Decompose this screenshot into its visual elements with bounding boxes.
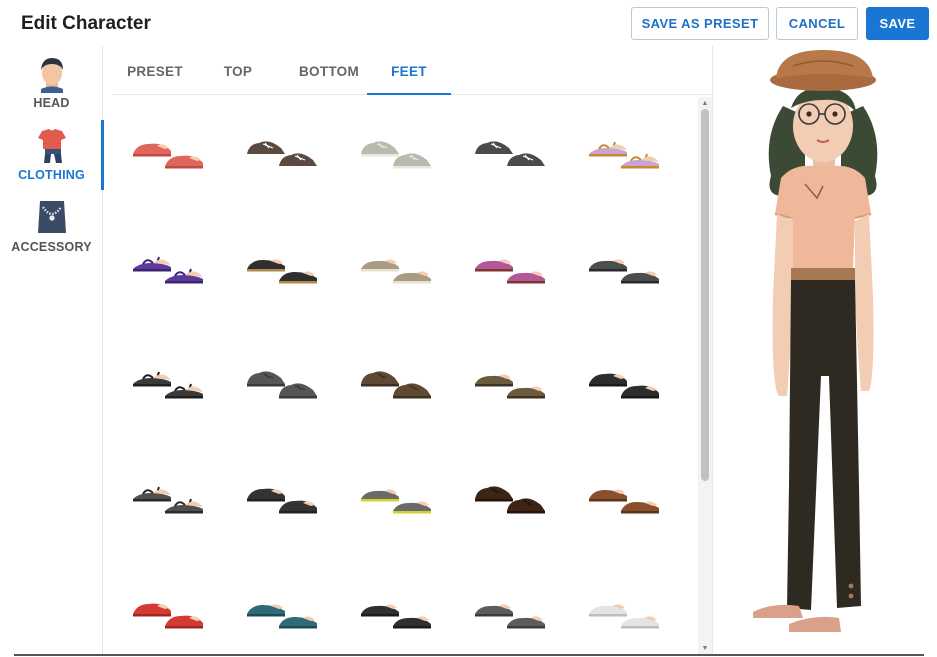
shoe-icon [361,371,431,399]
shirt-icon [37,129,66,163]
cancel-button[interactable]: CANCEL [776,7,858,40]
shoe-option-pink-sandal[interactable] [569,122,665,182]
shoe-icon [361,489,431,514]
tab-bottom[interactable]: BOTTOM [286,48,372,94]
shoe-option-dark-brown-oxford[interactable] [455,467,551,527]
scroll-down-arrow-icon[interactable]: ▼ [698,642,712,654]
shoe-icon [475,604,545,629]
sidebar-item-label: ACCESSORY [11,240,92,254]
shoe-icon [589,604,659,629]
shoe-icon [133,371,203,399]
shoe-option-magenta-slipper[interactable] [455,237,551,297]
shoe-option-coral-flat[interactable] [113,122,209,182]
shoe-icon [475,141,545,169]
shoe-icon [589,489,659,514]
shoe-icon [247,259,317,284]
scroll-up-arrow-icon[interactable]: ▲ [698,97,712,109]
head-icon [40,58,63,93]
shoe-option-gray-sneaker[interactable] [341,122,437,182]
shoe-option-dark-slipon[interactable] [569,237,665,297]
save-button[interactable]: SAVE [866,7,929,40]
shoe-icon [361,259,431,284]
feet-item-grid [113,97,698,652]
character-figure [753,50,878,632]
necklace-icon [37,201,66,233]
shoe-option-black-mary-jane[interactable] [569,352,665,412]
shoe-icon [475,486,545,514]
shoe-option-gray-slipon[interactable] [455,582,551,642]
shoe-icon [361,141,431,169]
shoe-icon [475,259,545,284]
bottom-border [14,654,924,656]
shoe-option-black-loafer[interactable] [227,237,323,297]
shoe-option-charcoal-sneaker[interactable] [455,122,551,182]
tab-preset[interactable]: PRESET [120,48,190,94]
shoe-icon [247,488,317,514]
shoe-icon [361,604,431,629]
grid-scrollbar[interactable]: ▲ ▼ [698,97,712,654]
shoe-icon [475,374,545,399]
shoe-option-olive-slipper[interactable] [455,352,551,412]
shoe-option-black-slipon[interactable] [341,582,437,642]
scroll-thumb[interactable] [701,109,709,481]
header-bar: Edit Character SAVE AS PRESET CANCEL SAV… [0,0,937,46]
sidebar-item-label: CLOTHING [18,168,85,182]
shoe-option-black-strap-sandal[interactable] [113,352,209,412]
shoe-icon [133,143,203,169]
page-title: Edit Character [21,13,151,34]
character-preview [713,46,937,654]
shoe-icon [133,486,203,514]
shoe-icon [133,256,203,284]
clothing-tabs: PRESET TOP BOTTOM FEET [112,48,712,95]
shoe-option-yellow-stripe-slipon[interactable] [341,467,437,527]
shoe-option-black-boot[interactable] [227,467,323,527]
shoe-icon [247,604,317,629]
tab-feet[interactable]: FEET [367,48,451,95]
shoe-option-brown-sneaker[interactable] [227,122,323,182]
sidebar-item-label: HEAD [33,96,70,110]
category-sidebar: HEAD CLOTHING ACCESSORY [0,46,104,654]
shoe-option-tan-loafer[interactable] [569,467,665,527]
shoe-icon [589,141,659,169]
shoe-option-white-slipon[interactable] [569,582,665,642]
shoe-icon [589,259,659,284]
sidebar-item-clothing[interactable]: CLOTHING [0,118,104,190]
shoe-option-purple-sandal[interactable] [113,237,209,297]
tab-top[interactable]: TOP [212,48,264,94]
shoe-option-beige-slipper[interactable] [341,237,437,297]
shoe-option-brown-oxford[interactable] [341,352,437,412]
shoe-icon [247,371,317,399]
shoe-option-red-moccasin[interactable] [113,582,209,642]
shoe-option-thong-sandal[interactable] [113,467,209,527]
shoe-icon [133,603,203,629]
sidebar-item-accessory[interactable]: ACCESSORY [0,190,103,262]
shoe-icon [247,141,317,169]
shoe-icon [589,373,659,399]
shoe-option-charcoal-oxford[interactable] [227,352,323,412]
shoe-option-teal-loafer[interactable] [227,582,323,642]
sidebar-item-head[interactable]: HEAD [0,46,103,118]
save-as-preset-button[interactable]: SAVE AS PRESET [631,7,769,40]
